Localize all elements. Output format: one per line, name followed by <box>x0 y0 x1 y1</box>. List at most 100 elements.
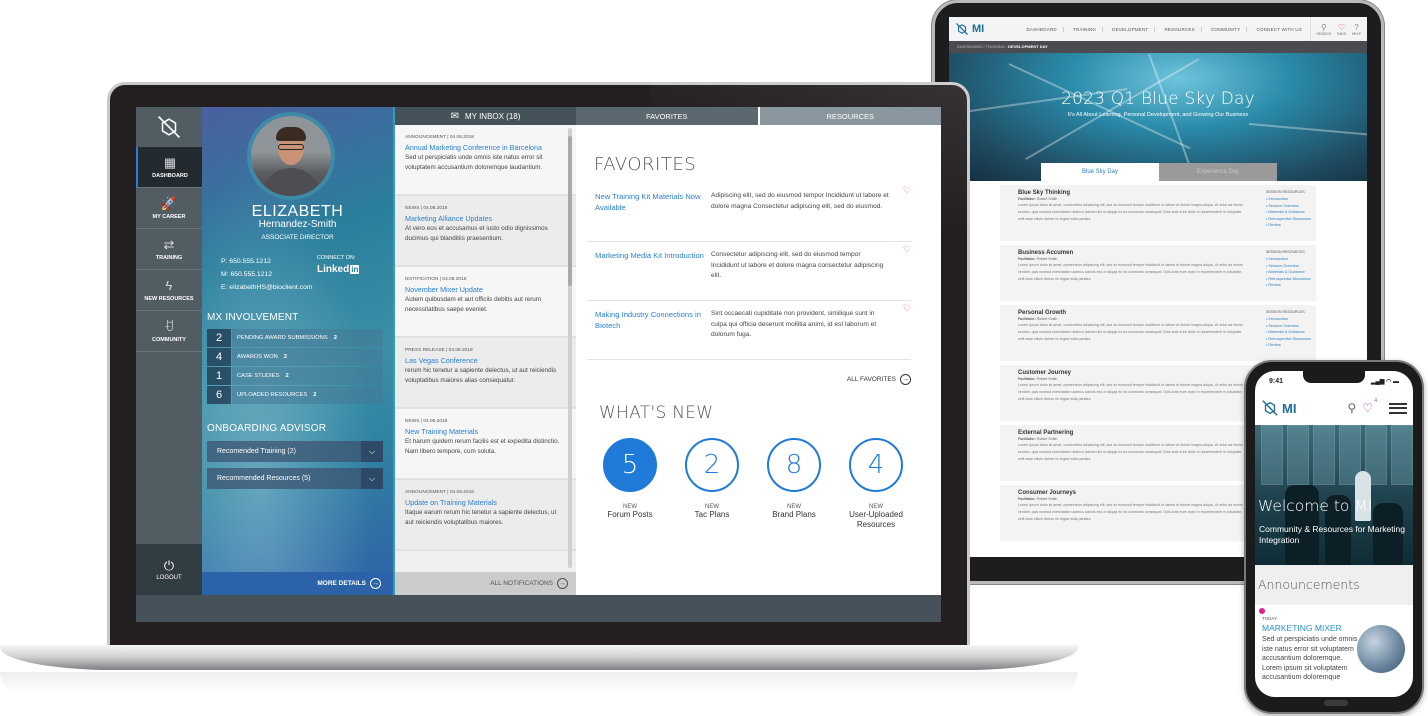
inbox-message[interactable]: NOTIFICATION | 04.08.2018 November Mixer … <box>395 267 576 338</box>
session-resource-link[interactable]: • Materials & Guidance <box>1266 269 1311 276</box>
message-body: Itaque earum rerum hic tenetur a sapient… <box>405 509 557 526</box>
whats-new-count-circle: 8 <box>767 438 821 492</box>
more-details-button[interactable]: MORE DETAILS → <box>202 572 393 595</box>
nav-item-new-resources[interactable]: ϟ NEW RESOURCES <box>136 270 202 311</box>
inbox-scrollbar[interactable] <box>568 128 572 568</box>
facilitator-label: Facilitator: <box>1018 197 1036 201</box>
inbox-message[interactable]: ANNOUNCEMENT | 04.08.2018 Update on Train… <box>395 480 576 551</box>
tablet-nav-training[interactable]: TRAINING <box>1067 26 1104 32</box>
favorite-title-link[interactable]: New Training Kit Materials Now Available <box>587 191 711 241</box>
mx-involvement-row[interactable]: 2 PENDING AWARD SUBMISSIONS 2 <box>207 329 383 347</box>
tablet-logo[interactable]: MI <box>955 22 1019 36</box>
tablet-nav-connect-with-us[interactable]: CONNECT WITH US <box>1251 27 1308 32</box>
whats-new-item[interactable]: 8 NEW Brand Plans <box>760 438 828 530</box>
tablet-nav-development[interactable]: DEVELOPMENT <box>1106 26 1156 32</box>
phone-header: MI ⚲ ♡ 4 <box>1255 391 1413 425</box>
favorite-title-link[interactable]: Marketing Media Kit Introduction <box>587 250 711 300</box>
breadcrumb-dashboard[interactable]: DASHBOARD <box>957 44 982 49</box>
logout-button[interactable]: ⏻ LOGOUT <box>136 544 202 595</box>
heart-icon[interactable]: ♡ <box>903 244 911 255</box>
scrollbar-thumb[interactable] <box>568 136 572 286</box>
nav-item-community[interactable]: ꀀ COMMUNITY <box>136 311 202 352</box>
mx-involvement-row[interactable]: 4 AWARDS WON 2 <box>207 348 383 366</box>
tab-experience-day[interactable]: Experience Day <box>1159 163 1277 181</box>
session-title[interactable]: External Partnering <box>1018 430 1244 436</box>
message-date: 04.08.2018 <box>423 419 448 424</box>
phone-logo[interactable]: MI <box>1261 399 1341 417</box>
whats-new-item[interactable]: 4 NEW User-Uploaded Resources <box>842 438 910 530</box>
session-resources: SESSION RESOURCES• Introduction• Session… <box>1244 190 1311 241</box>
session-resource-link[interactable]: • Review <box>1266 282 1311 289</box>
announcement-card[interactable]: TODAY MARKETING MIXER Sed ut perspiciati… <box>1255 605 1413 686</box>
heart-icon[interactable]: ♡ <box>903 303 911 314</box>
linkedin-link[interactable]: Linked in <box>317 264 360 275</box>
message-title[interactable]: Marketing Alliance Updates <box>405 214 564 223</box>
nav-item-dashboard[interactable]: ▦ DASHBOARD <box>136 147 202 188</box>
facilitator-label: Facilitator: <box>1018 437 1036 441</box>
whats-new-item[interactable]: 5 NEW Forum Posts <box>596 438 664 530</box>
message-body: rerum hic tenetur a sapiente delectus, u… <box>405 367 557 384</box>
tablet-nav-dashboard[interactable]: DASHBOARD <box>1021 26 1064 32</box>
message-title[interactable]: November Mixer Update <box>405 285 564 294</box>
session-resource-link[interactable]: • Materials & Guidance <box>1266 329 1311 336</box>
session-main: Personal Growth Facilitator: Robert Smith… <box>1018 310 1244 361</box>
content-panel: FAVORITES RESOURCES FAVORITES New Traini… <box>576 107 941 595</box>
session-resources-header: SESSION RESOURCES <box>1266 310 1305 314</box>
facilitator-label: Facilitator: <box>1018 497 1036 501</box>
favorites-count-badge: 4 <box>1374 398 1377 404</box>
message-title[interactable]: Annual Marketing Conference in Barcelona <box>405 143 564 152</box>
session-resource-link[interactable]: • Review <box>1266 222 1311 229</box>
tablet-tabs: Blue Sky Day Experience Day <box>1041 163 1277 181</box>
breadcrumb-training[interactable]: TRAINING <box>986 44 1005 49</box>
tab-favorites[interactable]: FAVORITES <box>576 107 760 125</box>
session-title[interactable]: Personal Growth <box>1018 310 1244 316</box>
message-title[interactable]: Las Vegas Conference <box>405 356 564 365</box>
inbox-message[interactable]: PRESS RELEASE | 04.08.2018 Las Vegas Conf… <box>395 338 576 409</box>
session-title[interactable]: Customer Journey <box>1018 370 1244 376</box>
message-title[interactable]: New Training Materials <box>405 427 564 436</box>
all-notifications-button[interactable]: ALL NOTIFICATIONS → <box>395 572 576 595</box>
whats-new-item[interactable]: 2 NEW Tac Plans <box>678 438 746 530</box>
tab-blue-sky-day[interactable]: Blue Sky Day <box>1041 163 1159 181</box>
facilitator-label: Facilitator: <box>1018 257 1036 261</box>
tablet-nav-community[interactable]: COMMUNITY <box>1205 26 1248 32</box>
heart-icon[interactable]: ♡ <box>903 185 911 196</box>
session-resource-link[interactable]: • Review <box>1266 342 1311 349</box>
tablet-nav-resources[interactable]: RESOURCES <box>1158 26 1202 32</box>
inbox-message[interactable]: ANNOUNCEMENT | 04.08.2018 Annual Marketin… <box>395 125 576 196</box>
facilitator-name: Robert Smith <box>1036 197 1058 201</box>
mx-involvement-row[interactable]: 1 CASE STUDIES 2 <box>207 367 383 385</box>
envelope-icon: ✉ <box>450 110 459 122</box>
all-favorites-button[interactable]: ALL FAVORITES → <box>847 374 911 385</box>
session-facilitator: Facilitator: Robert Smith <box>1018 197 1244 201</box>
favorite-title-link[interactable]: Making Industry Connections in Biotech <box>587 309 711 359</box>
rocket-icon: 🚀 <box>160 195 178 211</box>
session-resource-link[interactable]: • Materials & Guidance <box>1266 209 1311 216</box>
tablet-hero-banner: 2023 Q1 Blue Sky Day It's All About Lear… <box>949 53 1367 181</box>
tab-resources[interactable]: RESOURCES <box>759 107 941 125</box>
session-main: Blue Sky Thinking Facilitator: Robert Smi… <box>1018 190 1244 241</box>
nav-item-my-career[interactable]: 🚀 MY CAREER <box>136 188 202 229</box>
help-button[interactable]: ? HELP <box>1352 23 1361 36</box>
session-title[interactable]: Business Accumen <box>1018 250 1244 256</box>
hamburger-menu-icon[interactable] <box>1389 400 1407 416</box>
app-logo[interactable] <box>136 107 202 147</box>
inbox-message[interactable]: NEWS | 04.08.2018 New Training Materials E… <box>395 409 576 480</box>
session-title[interactable]: Blue Sky Thinking <box>1018 190 1244 196</box>
heart-icon[interactable]: ♡ 4 <box>1362 398 1377 415</box>
heart-button[interactable]: ♡ FAVS <box>1337 23 1346 36</box>
inbox-header[interactable]: ✉ MY INBOX (18) <box>395 107 576 125</box>
message-title[interactable]: Update on Training Materials <box>405 498 564 507</box>
recommended-training-dropdown[interactable]: Recomended Training (2) ⌵ <box>207 441 383 462</box>
search-icon[interactable]: ⚲ <box>1347 401 1356 415</box>
recommended-resources-dropdown[interactable]: Recommended Resources (5) ⌵ <box>207 468 383 489</box>
nav-item-training[interactable]: ⇄ TRAINING <box>136 229 202 270</box>
mx-involvement-row[interactable]: 6 UPLOADED RESOURCES 2 <box>207 386 383 404</box>
message-type: NEWS <box>405 419 420 424</box>
session-title[interactable]: Consumer Journeys <box>1018 490 1244 496</box>
search-button[interactable]: ⚲ SEARCH <box>1317 23 1332 36</box>
inbox-message[interactable]: NEWS | 04.08.2018 Marketing Alliance Upda… <box>395 196 576 267</box>
email-address[interactable]: E: elizabethHS@bioclient.com <box>221 281 313 294</box>
session-main: Business Accumen Facilitator: Robert Smit… <box>1018 250 1244 301</box>
message-meta: NEWS | 04.08.2018 <box>405 206 448 211</box>
